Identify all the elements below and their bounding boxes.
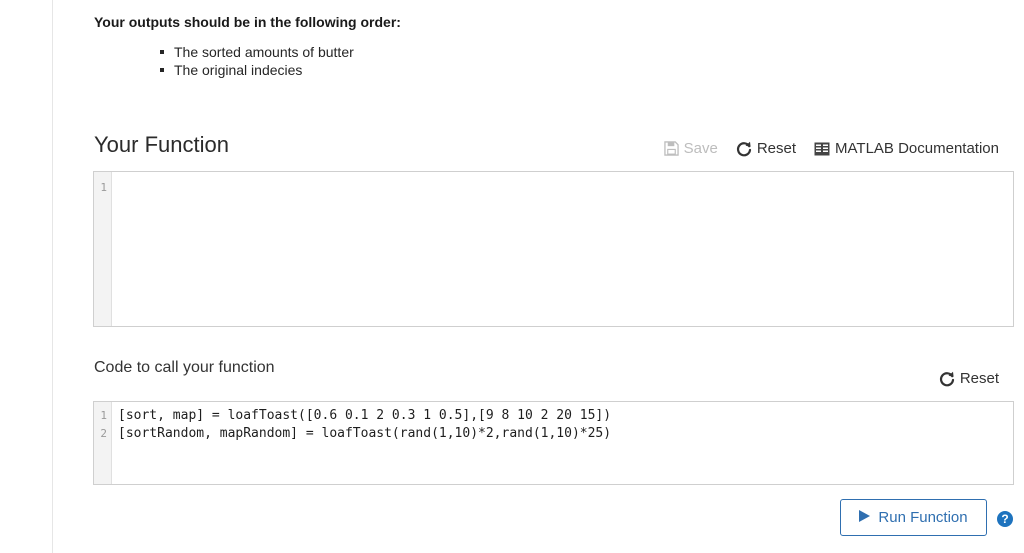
instructions-heading: Your outputs should be in the following … (94, 14, 401, 30)
matlab-documentation-link[interactable]: MATLAB Documentation (814, 140, 999, 157)
circular-arrow-icon (939, 371, 955, 387)
question-circle-icon[interactable]: ? (997, 511, 1013, 527)
function-code-editor[interactable]: 1 (93, 171, 1014, 327)
reset-call-button[interactable]: Reset (939, 370, 999, 387)
code-line[interactable] (118, 179, 1013, 197)
call-function-title: Code to call your function (94, 359, 275, 376)
circular-arrow-icon (736, 141, 752, 157)
line-number: 1 (100, 409, 107, 422)
book-icon (814, 142, 830, 156)
list-item: The original indecies (160, 61, 354, 79)
function-toolbar: Save Reset MATLAB Documentation (663, 140, 999, 157)
docs-label: MATLAB Documentation (835, 140, 999, 157)
code-line[interactable]: [sort, map] = loafToast([0.6 0.1 2 0.3 1… (118, 407, 1013, 425)
reset-label: Reset (756, 140, 797, 157)
code-area[interactable] (118, 179, 1013, 197)
call-code-editor[interactable]: 1 2 [sort, map] = loafToast([0.6 0.1 2 0… (93, 401, 1014, 485)
run-function-label: Run Function (878, 509, 968, 526)
reset-button[interactable]: Reset (736, 140, 796, 157)
play-triangle-icon (859, 509, 871, 526)
line-number: 2 (100, 427, 107, 440)
your-function-title: Your Function (94, 132, 229, 157)
line-number-gutter: 1 2 (94, 402, 112, 484)
save-button[interactable]: Save (663, 140, 718, 157)
run-function-button[interactable]: Run Function (840, 499, 987, 536)
code-area[interactable]: [sort, map] = loafToast([0.6 0.1 2 0.3 1… (118, 407, 1013, 443)
line-number-gutter: 1 (94, 172, 112, 326)
code-line[interactable]: [sortRandom, mapRandom] = loafToast(rand… (118, 425, 1013, 443)
list-item: The sorted amounts of butter (160, 43, 354, 61)
floppy-disk-icon (663, 141, 679, 156)
page-left-divider (52, 0, 53, 553)
line-number: 1 (100, 181, 107, 194)
output-order-list: The sorted amounts of butter The origina… (160, 43, 354, 79)
reset-label: Reset (959, 370, 999, 387)
save-label: Save (683, 140, 718, 157)
